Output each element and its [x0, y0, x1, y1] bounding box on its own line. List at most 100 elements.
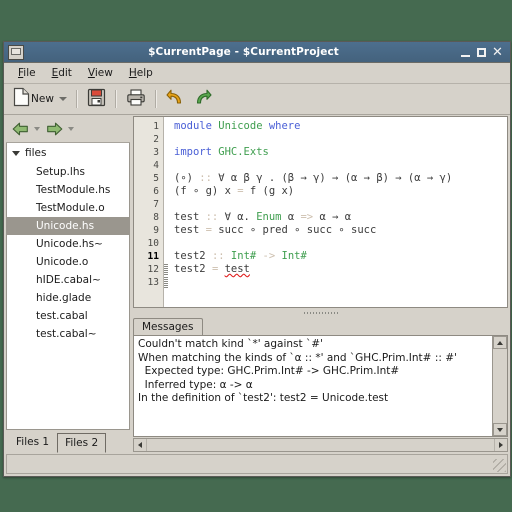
code-token: Int# [281, 250, 307, 262]
code-token: f (g x) [243, 185, 295, 197]
messages-panel[interactable]: Couldn't match kind `*' against `#' When… [133, 335, 508, 437]
line-number: 6 [153, 186, 159, 197]
code-line-12: test2 = test [174, 263, 507, 276]
new-document-icon [13, 87, 30, 111]
code-line-1: module Unicode where [174, 120, 507, 133]
code-token: module [174, 120, 219, 132]
tree-item-hide-cabal-backup[interactable]: hIDE.cabal~ [7, 271, 129, 289]
window-menu-icon[interactable] [8, 44, 24, 60]
pane-splitter[interactable] [133, 308, 508, 317]
code-line-9: test = succ ∘ pred ∘ succ ∘ succ [174, 224, 507, 237]
tree-item-unicode-o[interactable]: Unicode.o [7, 253, 129, 271]
menubar: File Edit View Help [4, 63, 510, 84]
line-number: 9 [153, 225, 159, 236]
window-titlebar[interactable]: $CurrentPage - $CurrentProject ✕ [4, 42, 510, 63]
window-controls: ✕ [460, 46, 508, 59]
resize-grip-icon[interactable] [493, 459, 506, 472]
code-token: :: [199, 172, 212, 184]
menu-edit-label: dit [58, 67, 72, 79]
file-tree[interactable]: files Setup.lhs TestModule.hs TestModule… [6, 143, 130, 430]
chevron-down-icon[interactable] [58, 97, 67, 101]
scroll-up-arrow-icon[interactable] [493, 336, 507, 349]
code-token: => [300, 211, 314, 223]
menu-file-label: ile [23, 67, 36, 79]
expander-open-icon[interactable] [12, 150, 20, 156]
tree-item-test-cabal-backup[interactable]: test.cabal~ [7, 325, 129, 343]
tree-item-unicode-hs-backup[interactable]: Unicode.hs~ [7, 235, 129, 253]
toolbar: New [4, 84, 510, 115]
print-icon [126, 88, 146, 111]
menu-edit[interactable]: Edit [44, 65, 80, 81]
new-button[interactable]: New [10, 85, 70, 113]
menu-file[interactable]: File [10, 65, 44, 81]
code-editor[interactable]: 1 2 3 4 5 6 7 8 9 10 11 12 13 module Uni… [133, 116, 508, 308]
line-number: 13 [147, 277, 159, 288]
undo-arrow-icon [166, 88, 185, 110]
code-token: test2 [174, 263, 212, 275]
code-line-5: (∘) :: ∀ α β γ . (β → γ) → (α → β) → (α … [174, 172, 507, 185]
tab-files-2[interactable]: Files 2 [57, 433, 107, 453]
new-button-label: New [31, 93, 54, 105]
scroll-right-arrow-icon[interactable] [495, 439, 507, 451]
redo-arrow-icon [193, 88, 212, 110]
toolbar-separator-3 [154, 90, 157, 108]
minimize-icon[interactable] [460, 47, 471, 58]
code-error-token: test [224, 263, 250, 275]
code-line-3: import GHC.Exts [174, 146, 507, 159]
splitter-grip-icon [303, 311, 338, 314]
horizontal-scrollbar-row [133, 437, 508, 452]
save-button[interactable] [84, 86, 109, 113]
redo-button[interactable] [190, 86, 215, 112]
menu-view-mnemonic: V [87, 67, 95, 79]
undo-button[interactable] [163, 86, 188, 112]
scroll-down-arrow-icon[interactable] [493, 423, 507, 436]
tree-root-files[interactable]: files [7, 143, 129, 163]
messages-vertical-scrollbar[interactable] [492, 336, 507, 436]
close-icon[interactable]: ✕ [492, 46, 503, 59]
menu-help[interactable]: Help [121, 65, 161, 81]
back-arrow-icon[interactable] [12, 121, 29, 137]
tab-files-1[interactable]: Files 1 [8, 432, 57, 452]
messages-tabstrip: Messages [133, 317, 508, 335]
forward-arrow-icon[interactable] [46, 121, 63, 137]
toolbar-separator-2 [114, 90, 117, 108]
code-token: (f ∘ g) x [174, 185, 238, 197]
code-line-11: test2 :: Int# -> Int# [174, 250, 507, 263]
hscroll-track[interactable] [146, 439, 495, 451]
code-token: GHC.Exts [218, 146, 269, 158]
menu-help-mnemonic: H [128, 67, 137, 79]
toolbar-separator [75, 90, 78, 108]
code-token: ∀ α β γ . (β → γ) → (α → β) → (α → γ) [211, 172, 453, 184]
window-title: $CurrentPage - $CurrentProject [148, 46, 339, 58]
tree-item-unicode-hs[interactable]: Unicode.hs [7, 217, 129, 235]
menu-view[interactable]: View [80, 65, 121, 81]
code-token: import [174, 146, 219, 158]
back-dropdown-chevron-down-icon[interactable] [34, 127, 40, 131]
scroll-left-arrow-icon[interactable] [134, 439, 146, 451]
line-number: 8 [153, 212, 159, 223]
horizontal-scrollbar[interactable] [133, 438, 508, 452]
code-line-6: (f ∘ g) x = f (g x) [174, 185, 507, 198]
tree-item-hide-glade[interactable]: hide.glade [7, 289, 129, 307]
code-text-area[interactable]: module Unicode where import GHC.Exts (∘)… [168, 117, 507, 307]
tree-item-testmodule-hs[interactable]: TestModule.hs [7, 181, 129, 199]
code-token: Enum [256, 211, 282, 223]
tree-item-testmodule-o[interactable]: TestModule.o [7, 199, 129, 217]
code-token: ∀ α. [218, 211, 257, 223]
line-number: 7 [153, 199, 159, 210]
print-button[interactable] [123, 86, 149, 113]
tree-item-setup-lhs[interactable]: Setup.lhs [7, 163, 129, 181]
code-token: test [174, 211, 206, 223]
code-token: test [174, 224, 206, 236]
code-token: :: [205, 211, 219, 223]
tab-messages[interactable]: Messages [133, 318, 203, 335]
forward-dropdown-chevron-down-icon[interactable] [68, 127, 74, 131]
maximize-icon[interactable] [476, 47, 487, 58]
menu-view-label: iew [94, 67, 113, 79]
application-window: $CurrentPage - $CurrentProject ✕ File Ed… [3, 41, 511, 477]
tree-item-test-cabal[interactable]: test.cabal [7, 307, 129, 325]
line-number: 12 [147, 264, 159, 275]
